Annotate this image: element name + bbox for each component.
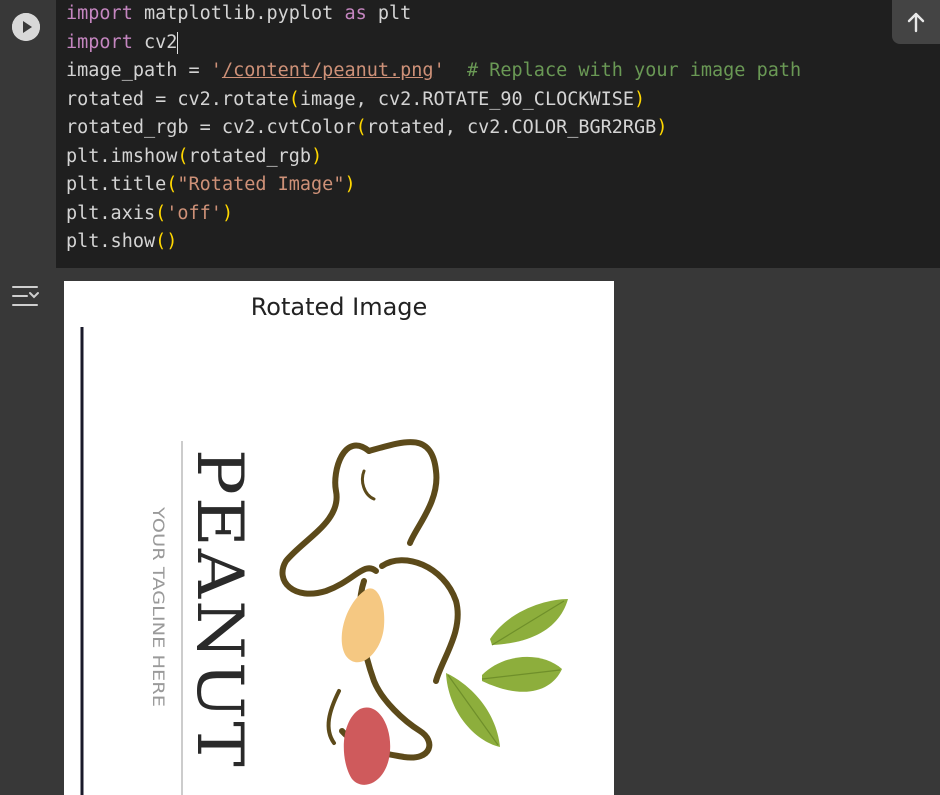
scroll-up-button[interactable] <box>892 0 940 44</box>
code-token: ) <box>344 174 356 195</box>
code-token: ( <box>155 202 167 224</box>
code-token: 'off' <box>166 202 222 224</box>
code-line[interactable]: image_path = '/content/peanut.png' # Rep… <box>66 57 801 86</box>
play-icon <box>12 13 40 41</box>
code-token: import <box>66 3 133 24</box>
code-token: plt.show <box>66 231 156 252</box>
leaves <box>446 599 568 747</box>
code-token: as <box>344 3 367 24</box>
code-token: plt <box>366 3 412 24</box>
arrow-up-icon <box>907 12 925 33</box>
code-token: "Rotated Image" <box>177 174 345 195</box>
code-token: import <box>66 31 133 53</box>
cell-gutter <box>0 0 56 268</box>
logo-tagline: YOUR TAGLINE HERE <box>149 506 168 707</box>
code-line[interactable]: plt.title("Rotated Image") <box>66 171 801 200</box>
kernel-orange <box>341 588 385 663</box>
code-token: ( <box>288 88 300 110</box>
logo-wordmark: PEANUT <box>182 449 256 769</box>
code-token: image_path = <box>66 60 211 81</box>
code-token: () <box>155 231 178 252</box>
code-token: matplotlib.pyplot <box>132 3 345 24</box>
code-token: ' <box>433 60 445 81</box>
code-token: ) <box>221 202 234 224</box>
output-actions-button[interactable] <box>10 282 42 310</box>
code-token: ' <box>210 60 222 81</box>
code-token: plt.imshow <box>66 145 178 167</box>
code-line[interactable]: plt.imshow(rotated_rgb) <box>66 143 801 172</box>
code-token: ) <box>634 88 646 110</box>
rotated-peanut-image: PEANUT YOUR TAGLINE HERE <box>80 327 568 795</box>
code-token: rotated_rgb <box>188 145 312 167</box>
code-token: image, cv2.ROTATE_90_CLOCKWISE <box>299 88 635 110</box>
code-token: rotated = cv2.rotate <box>66 88 289 110</box>
code-token: plt.axis <box>66 202 156 224</box>
code-line[interactable]: plt.axis('off') <box>66 200 801 229</box>
run-cell-button[interactable] <box>12 13 40 41</box>
code-token: plt.title <box>66 174 167 195</box>
code-token: ( <box>177 145 189 167</box>
code-token: /content/peanut.png <box>221 60 434 81</box>
code-line[interactable]: rotated = cv2.rotate(image, cv2.ROTATE_9… <box>66 86 801 115</box>
code-cell: import matplotlib.pyplot as plt import cv… <box>0 0 940 268</box>
output-actions-icon <box>12 286 39 306</box>
code-text[interactable]: import matplotlib.pyplot as plt import cv… <box>66 0 801 257</box>
code-token: # Replace with your image path <box>466 60 802 81</box>
code-line[interactable]: import matplotlib.pyplot as plt <box>66 0 801 29</box>
code-token: rotated_rgb = cv2.cvtColor <box>66 117 356 138</box>
code-editor[interactable]: import matplotlib.pyplot as plt import cv… <box>56 0 940 268</box>
code-token: ( <box>166 174 178 195</box>
code-token: ( <box>355 117 367 138</box>
code-line[interactable]: import cv2 <box>66 29 801 58</box>
text-cursor <box>177 31 179 54</box>
code-token: ) <box>656 117 668 138</box>
code-line[interactable]: plt.show() <box>66 228 801 257</box>
code-line[interactable]: rotated_rgb = cv2.cvtColor(rotated, cv2.… <box>66 114 801 143</box>
output-figure: Rotated Image PEANUT YOUR TAGLINE HERE <box>64 281 614 795</box>
code-token: rotated, cv2.COLOR_BGR2RGB <box>366 117 657 138</box>
code-token: ) <box>311 145 323 167</box>
cell-output: Rotated Image PEANUT YOUR TAGLINE HERE <box>0 268 940 795</box>
kernel-red <box>343 707 391 785</box>
code-token: cv2 <box>132 31 178 53</box>
